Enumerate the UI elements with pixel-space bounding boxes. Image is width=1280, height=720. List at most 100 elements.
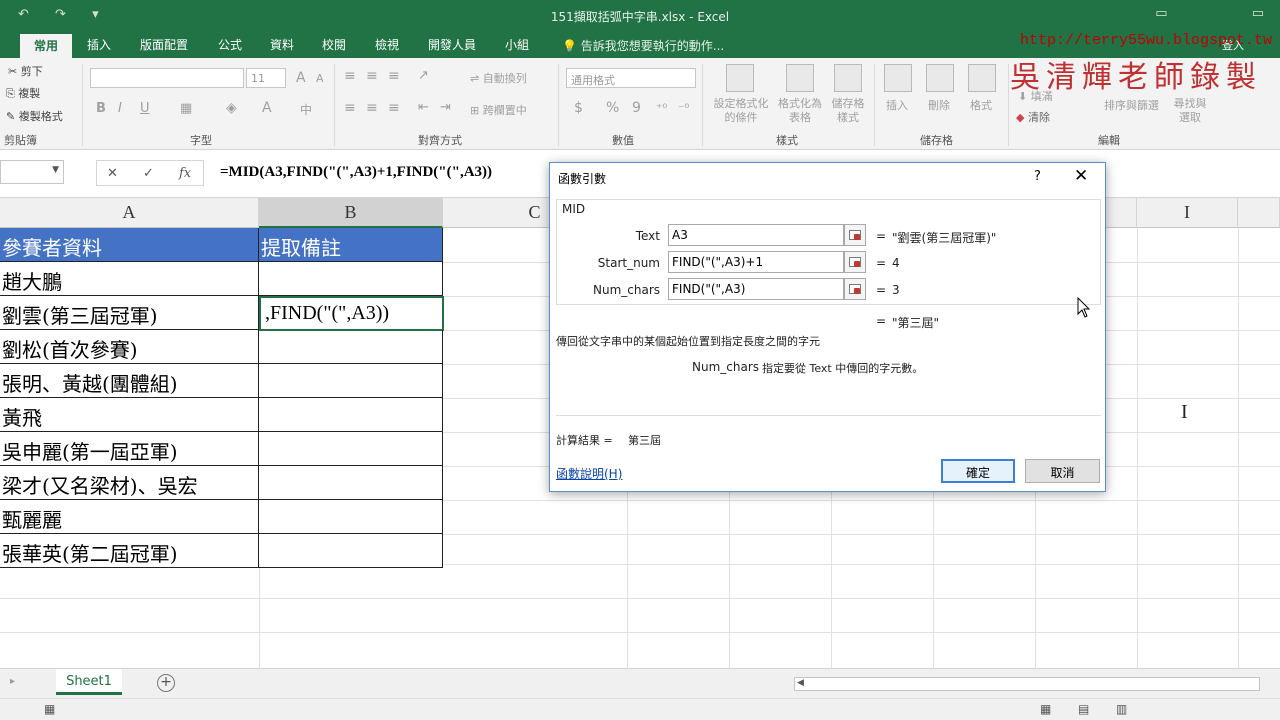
cell-a9[interactable]: 甄麗麗: [0, 500, 259, 534]
align-right-icon[interactable]: ≡: [388, 100, 400, 116]
cell-a4[interactable]: 劉松(首次參賽): [0, 330, 259, 364]
cell-b2[interactable]: [259, 262, 443, 296]
format-painter-button[interactable]: ✎ 複製格式: [6, 108, 63, 124]
currency-button[interactable]: $: [574, 100, 583, 116]
increase-decimal-icon[interactable]: ⁺⁰: [656, 101, 667, 115]
merge-center-button[interactable]: ⊞ 跨欄置中: [470, 102, 527, 118]
align-center-icon[interactable]: ≡: [366, 100, 378, 116]
sheet-tab-sheet1[interactable]: Sheet1: [56, 669, 122, 695]
align-bottom-icon[interactable]: ≡: [388, 68, 400, 84]
phonetic-icon[interactable]: 中: [300, 101, 312, 118]
cell-a7[interactable]: 吳申麗(第一屆亞軍): [0, 432, 259, 466]
shrink-font-button[interactable]: A: [316, 72, 324, 85]
page-break-view-icon[interactable]: ▥: [1116, 702, 1127, 716]
tab-developer[interactable]: 開發人員: [428, 36, 476, 53]
insert-cells-button[interactable]: 插入: [886, 97, 908, 113]
arg-input-num-chars[interactable]: FIND("(",A3): [668, 278, 844, 300]
cell-b5[interactable]: [259, 364, 443, 398]
borders-icon[interactable]: ▦: [180, 101, 192, 116]
font-name-box[interactable]: [90, 68, 244, 88]
font-color-icon[interactable]: A: [262, 100, 272, 116]
formula-input[interactable]: =MID(A3,FIND("(",A3)+1,FIND("(",A3)): [212, 160, 548, 186]
help-icon[interactable]: ?: [1034, 169, 1041, 184]
format-as-table-button[interactable]: 格式化為 表格: [772, 97, 828, 125]
insert-function-button[interactable]: fx: [179, 166, 191, 181]
cancel-formula-button[interactable]: ✕: [107, 166, 118, 181]
comma-button[interactable]: 9: [632, 100, 641, 116]
collapse-dialog-icon[interactable]: [844, 224, 866, 246]
decrease-indent-icon[interactable]: ⇤: [418, 100, 429, 115]
sort-filter-button[interactable]: 排序與篩選: [1104, 97, 1159, 113]
cancel-button[interactable]: 取消: [1025, 459, 1100, 483]
clear-button[interactable]: ◆ 清除: [1016, 109, 1050, 125]
tell-me-box[interactable]: 💡 告訴我您想要執行的動作...: [562, 37, 724, 54]
scroll-left-icon[interactable]: ▸: [10, 676, 15, 687]
find-select-button[interactable]: 尋找與 選取: [1170, 97, 1210, 125]
cell-a8[interactable]: 梁才(又名梁材)、吳宏: [0, 466, 259, 500]
tab-formulas[interactable]: 公式: [218, 36, 242, 53]
cell-b4[interactable]: [259, 330, 443, 364]
add-sheet-icon[interactable]: +: [157, 674, 175, 692]
tab-page-layout[interactable]: 版面配置: [140, 36, 188, 53]
tab-home[interactable]: 常用: [20, 34, 73, 58]
name-box[interactable]: ▼: [0, 160, 64, 184]
italic-button[interactable]: I: [118, 101, 122, 116]
cell-a10[interactable]: 張華英(第二屆冠軍): [0, 534, 259, 568]
tab-data[interactable]: 資料: [270, 36, 294, 53]
format-cells-button[interactable]: 格式: [970, 97, 992, 113]
cell-a2[interactable]: 趙大鵬: [0, 262, 259, 296]
column-header-b[interactable]: B: [259, 198, 443, 228]
tab-view[interactable]: 檢視: [375, 36, 399, 53]
tab-review[interactable]: 校閱: [322, 36, 346, 53]
align-top-icon[interactable]: ≡: [344, 68, 356, 84]
grow-font-button[interactable]: A: [296, 70, 306, 86]
arg-input-start-num[interactable]: FIND("(",A3)+1: [668, 251, 844, 273]
ribbon-display-icon[interactable]: ▭: [1155, 6, 1167, 21]
function-help-link[interactable]: 函數說明(H): [556, 465, 622, 482]
restore-icon[interactable]: ▭: [1252, 6, 1264, 21]
cell-b6[interactable]: [259, 398, 443, 432]
column-header-a[interactable]: A: [0, 198, 259, 228]
cell-styles-button[interactable]: 儲存格 樣式: [826, 97, 870, 125]
copy-button[interactable]: ⎘ 複製: [6, 85, 40, 101]
scroll-left-arrow-icon[interactable]: ◀: [797, 678, 804, 688]
orientation-icon[interactable]: ↗: [418, 68, 429, 83]
wrap-text-button[interactable]: ⇌ 自動換列: [470, 70, 527, 86]
font-size-box[interactable]: 11: [246, 68, 286, 88]
cell-a5[interactable]: 張明、黃越(團體組): [0, 364, 259, 398]
cell-a6[interactable]: 黃飛: [0, 398, 259, 432]
horizontal-scrollbar[interactable]: ◀: [794, 677, 1260, 691]
tab-team[interactable]: 小組: [505, 36, 529, 53]
column-header-j[interactable]: [1238, 198, 1280, 228]
cut-button[interactable]: ✂ 剪下: [8, 63, 43, 79]
cell-b7[interactable]: [259, 432, 443, 466]
delete-cells-button[interactable]: 刪除: [928, 97, 950, 113]
percent-button[interactable]: %: [606, 100, 619, 116]
collapse-dialog-icon[interactable]: [844, 278, 866, 300]
cell-b3-editing[interactable]: ,FIND("(",A3)): [259, 296, 444, 331]
fill-color-icon[interactable]: ◈: [226, 100, 237, 116]
enter-formula-button[interactable]: ✓: [143, 166, 154, 181]
number-format-box[interactable]: 通用格式: [566, 68, 696, 88]
cell-b8[interactable]: [259, 466, 443, 500]
collapse-dialog-icon[interactable]: [844, 251, 866, 273]
cell-b1[interactable]: 提取備註: [259, 228, 443, 262]
normal-view-icon[interactable]: ▦: [1040, 702, 1051, 716]
align-middle-icon[interactable]: ≡: [366, 68, 378, 84]
underline-button[interactable]: U: [140, 101, 150, 116]
page-layout-view-icon[interactable]: ▤: [1078, 702, 1089, 716]
align-left-icon[interactable]: ≡: [344, 100, 356, 116]
macro-record-icon[interactable]: ▦: [44, 702, 55, 716]
cell-b10[interactable]: [259, 534, 443, 568]
arg-input-text[interactable]: A3: [668, 224, 844, 246]
bold-button[interactable]: B: [96, 101, 106, 116]
cell-b9[interactable]: [259, 500, 443, 534]
cell-a1[interactable]: 參賽者資料: [0, 228, 259, 262]
tab-insert[interactable]: 插入: [87, 36, 111, 53]
conditional-formatting-button[interactable]: 設定格式化 的條件: [708, 97, 774, 125]
ok-button[interactable]: 確定: [941, 459, 1015, 483]
cell-a3[interactable]: 劉雲(第三屆冠軍): [0, 296, 259, 330]
increase-indent-icon[interactable]: ⇥: [440, 100, 451, 115]
close-icon[interactable]: ✕: [1074, 166, 1088, 186]
column-header-i[interactable]: I: [1137, 198, 1238, 228]
